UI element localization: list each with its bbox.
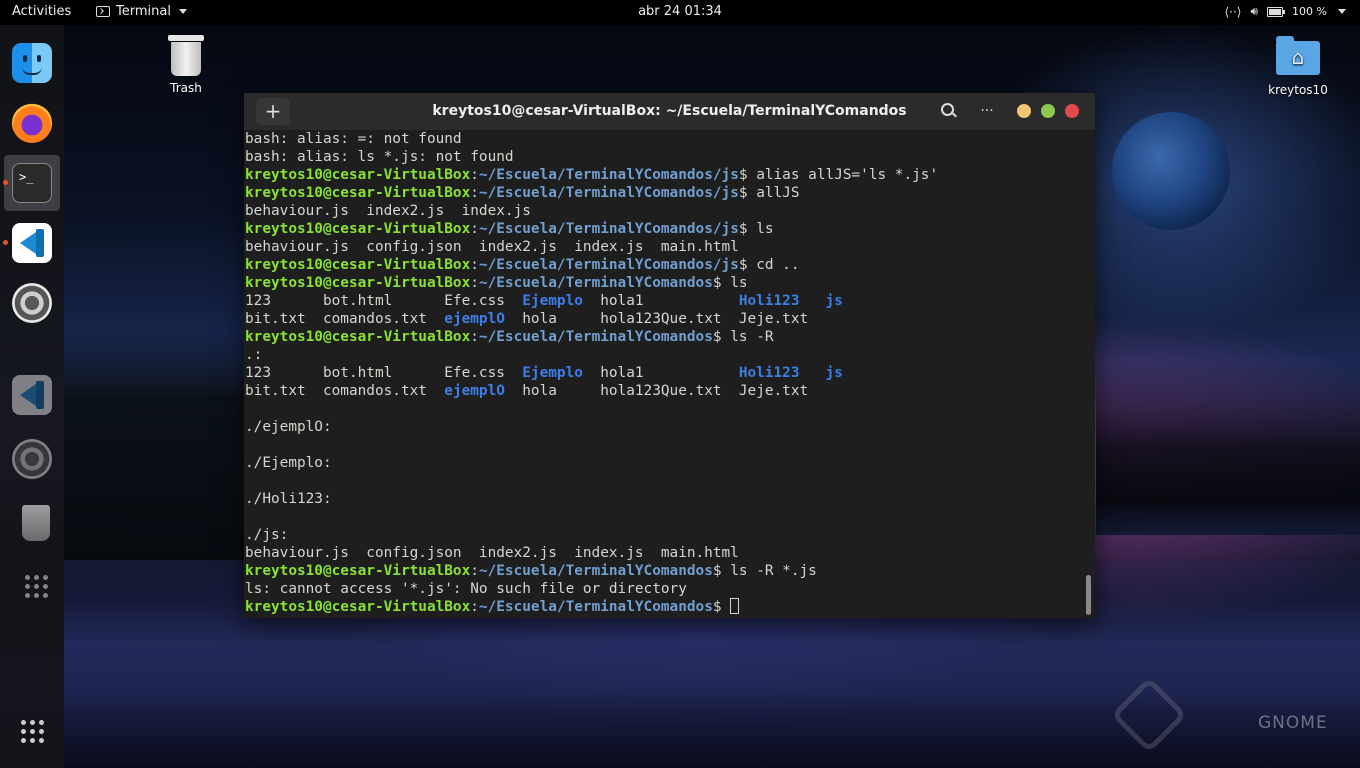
chevron-down-icon (1338, 9, 1346, 14)
search-button[interactable] (931, 98, 963, 125)
terminal-icon[interactable]: >_ (12, 163, 52, 203)
running-indicator (3, 240, 8, 245)
menu-button[interactable]: ··· (971, 98, 1003, 125)
prompt-user: kreytos10@cesar-VirtualBox (245, 257, 471, 273)
firefox-icon[interactable] (12, 103, 52, 143)
prompt-user: kreytos10@cesar-VirtualBox (245, 563, 471, 579)
maximize-button[interactable] (1041, 104, 1055, 118)
output-line: bit.txt comandos.txt (245, 311, 445, 327)
window-title: kreytos10@cesar-VirtualBox: ~/Escuela/Te… (432, 103, 907, 119)
home-folder-icon (1276, 36, 1320, 75)
prompt-path: ~/Escuela/TerminalYComandos (478, 275, 713, 291)
output-line: ./ejemplO: (245, 419, 332, 435)
prompt-path: ~/Escuela/TerminalYComandos (478, 329, 713, 345)
terminal-window[interactable]: + kreytos10@cesar-VirtualBox: ~/Escuela/… (244, 93, 1095, 618)
app-grid-icon[interactable] (19, 718, 45, 744)
output-line: bash: alias: =: not found (245, 131, 462, 147)
directory-name: Ejemplo (522, 293, 583, 309)
desktop-trash[interactable]: Trash (158, 33, 214, 95)
clock[interactable]: abr 24 01:34 (0, 4, 1360, 19)
output-line: behaviour.js index2.js index.js (245, 203, 531, 219)
gnome-watermark: GNOME (1258, 713, 1328, 733)
close-button[interactable] (1065, 104, 1079, 118)
command: ls (730, 275, 748, 291)
dock: >_ (0, 25, 64, 768)
wallpaper-forest (64, 330, 264, 560)
prompt-user: kreytos10@cesar-VirtualBox (245, 329, 471, 345)
directory-name: js (825, 365, 843, 381)
prompt-path: ~/Escuela/TerminalYComandos/js (478, 185, 739, 201)
output-line: behaviour.js config.json index2.js index… (245, 545, 739, 561)
directory-name: Holi123 (738, 365, 800, 381)
prompt-path: ~/Escuela/TerminalYComandos (478, 563, 713, 579)
trash-icon (168, 33, 204, 77)
output-line: behaviour.js config.json index2.js index… (245, 239, 739, 255)
minimize-button[interactable] (1017, 104, 1031, 118)
desktop-home-folder[interactable]: kreytos10 (1262, 36, 1334, 97)
running-indicator (3, 180, 8, 185)
battery-icon (1267, 6, 1286, 17)
top-bar: Activities Terminal abr 24 01:34 ⟨··⟩ 🔊︎… (0, 0, 1360, 25)
directory-name: ejemplO (444, 311, 505, 327)
command: ls -R (730, 329, 774, 345)
directory-name: Holi123 (738, 293, 800, 309)
battery-percent: 100 % (1292, 5, 1327, 18)
prompt-path: ~/Escuela/TerminalYComandos/js (478, 167, 739, 183)
settings-ghost-icon (12, 439, 52, 479)
prompt-user: kreytos10@cesar-VirtualBox (245, 599, 471, 615)
volume-icon: 🔊︎ (1250, 4, 1259, 18)
text-cursor (730, 598, 740, 614)
output-line: .: (245, 347, 263, 363)
finder-icon[interactable] (12, 43, 52, 83)
directory-name: ejemplO (444, 383, 505, 399)
desktop-trash-label: Trash (170, 81, 202, 95)
output-line: ./Holi123: (245, 491, 332, 507)
command: ls -R *.js (730, 563, 817, 579)
terminal-output[interactable]: bash: alias: =: not found bash: alias: l… (245, 130, 1083, 618)
search-icon (940, 103, 954, 116)
command: allJS (756, 185, 800, 201)
prompt-user: kreytos10@cesar-VirtualBox (245, 167, 471, 183)
command: cd .. (756, 257, 800, 273)
output-line: bash: alias: ls *.js: not found (245, 149, 514, 165)
output-line: bit.txt comandos.txt (245, 383, 445, 399)
wallpaper-moon (1112, 112, 1230, 230)
wallpaper-forest-right (1096, 360, 1360, 520)
prompt-user: kreytos10@cesar-VirtualBox (245, 221, 471, 237)
command: alias allJS='ls *.js' (756, 167, 939, 183)
prompt-user: kreytos10@cesar-VirtualBox (245, 185, 471, 201)
output-line: 123 bot.html Efe.css (245, 365, 523, 381)
settings-icon[interactable] (12, 283, 52, 323)
output-line: ./js: (245, 527, 289, 543)
command: ls (756, 221, 774, 237)
prompt-user: kreytos10@cesar-VirtualBox (245, 275, 471, 291)
prompt-path: ~/Escuela/TerminalYComandos/js (478, 221, 739, 237)
network-icon: ⟨··⟩ (1224, 4, 1242, 19)
desktop-home-label: kreytos10 (1268, 83, 1328, 97)
system-status-menu[interactable]: ⟨··⟩ 🔊︎ 100 % (1224, 4, 1346, 19)
output-line: 123 bot.html Efe.css (245, 293, 523, 309)
terminal-headerbar[interactable]: + kreytos10@cesar-VirtualBox: ~/Escuela/… (244, 93, 1095, 130)
directory-name: Ejemplo (522, 365, 583, 381)
prompt-path: ~/Escuela/TerminalYComandos (478, 599, 713, 615)
scrollbar[interactable] (1086, 575, 1091, 615)
app-grid-ghost-icon (23, 573, 49, 599)
trash-icon[interactable] (22, 505, 50, 541)
output-line: ./Ejemplo: (245, 455, 332, 471)
wallpaper-shore (1096, 505, 1360, 535)
directory-name: js (825, 293, 843, 309)
error-line: ls: cannot access '*.js': No such file o… (245, 581, 687, 597)
vscode-icon[interactable] (12, 223, 52, 263)
prompt-path: ~/Escuela/TerminalYComandos/js (478, 257, 739, 273)
vscode-ghost-icon (12, 375, 52, 415)
